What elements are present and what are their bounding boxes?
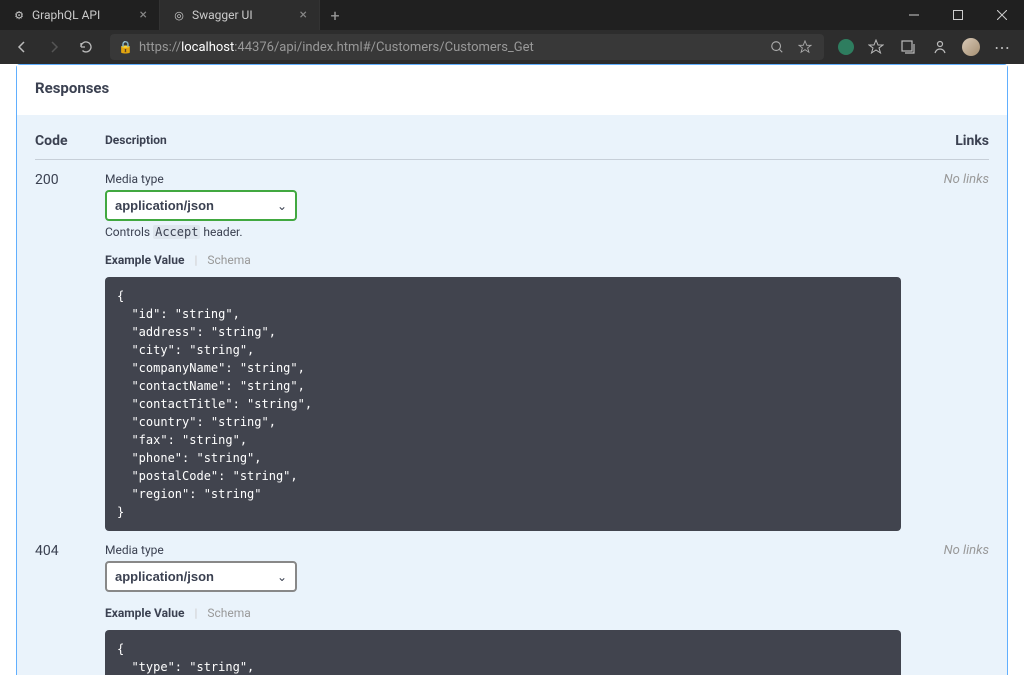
lock-icon: 🔒	[118, 40, 133, 54]
extension-icon[interactable]	[838, 39, 854, 55]
avatar[interactable]	[962, 38, 980, 56]
col-header-code: Code	[35, 133, 105, 149]
controls-accept-hint: Controls Accept header.	[105, 225, 901, 239]
operation-block: Responses Code Description Links 200 Med…	[16, 64, 1008, 675]
person-icon[interactable]	[926, 33, 954, 61]
response-description: Media type application/json ⌄ Controls A…	[105, 172, 901, 531]
col-header-links: Links	[901, 133, 989, 149]
tab-example-value[interactable]: Example Value	[105, 606, 194, 620]
response-row: 404 Media type application/json ⌄	[35, 531, 989, 675]
page-scroll[interactable]: Responses Code Description Links 200 Med…	[0, 64, 1024, 675]
collections-icon[interactable]	[894, 33, 922, 61]
url-text: https://localhost:44376/api/index.html#/…	[139, 40, 760, 55]
tab-strip: ⚙ GraphQL API × ◎ Swagger UI × +	[0, 0, 350, 30]
favorites-icon[interactable]	[862, 33, 890, 61]
responses-header-row: Code Description Links	[35, 123, 989, 160]
toolbar: 🔒 https://localhost:44376/api/index.html…	[0, 30, 1024, 64]
swagger-container: Responses Code Description Links 200 Med…	[0, 64, 1024, 675]
minimize-button[interactable]	[892, 0, 936, 30]
refresh-button[interactable]	[72, 33, 100, 61]
example-code-block[interactable]: { "id": "string", "address": "string", "…	[105, 277, 901, 531]
response-description: Media type application/json ⌄ Example Va…	[105, 543, 901, 675]
close-button[interactable]	[980, 0, 1024, 30]
page-viewport: Responses Code Description Links 200 Med…	[0, 64, 1024, 675]
response-code: 200	[35, 172, 105, 531]
favorite-icon[interactable]	[794, 36, 816, 58]
response-row: 200 Media type application/json ⌄	[35, 160, 989, 531]
close-icon[interactable]: ×	[300, 8, 307, 22]
media-type-select[interactable]: application/json	[105, 561, 297, 592]
col-header-description: Description	[105, 133, 901, 149]
maximize-button[interactable]	[936, 0, 980, 30]
example-code-block[interactable]: { "type": "string", "title": "string", "…	[105, 630, 901, 675]
responses-table: Code Description Links 200 Media type	[17, 115, 1007, 675]
media-type-select[interactable]: application/json	[105, 190, 297, 221]
response-code: 404	[35, 543, 105, 675]
back-button[interactable]	[8, 33, 36, 61]
response-links: No links	[901, 543, 989, 675]
tab-title: GraphQL API	[32, 8, 100, 22]
close-icon[interactable]: ×	[140, 8, 147, 22]
media-type-label: Media type	[105, 543, 901, 557]
tab-schema[interactable]: Schema	[207, 606, 260, 620]
tab-swagger[interactable]: ◎ Swagger UI ×	[160, 0, 320, 30]
tab-title: Swagger UI	[192, 8, 253, 22]
gear-icon: ⚙	[12, 8, 26, 22]
new-tab-button[interactable]: +	[320, 0, 350, 30]
titlebar: ⚙ GraphQL API × ◎ Swagger UI × +	[0, 0, 1024, 30]
model-tabs: Example Value|Schema	[105, 606, 901, 620]
zoom-icon[interactable]	[766, 36, 788, 58]
address-bar[interactable]: 🔒 https://localhost:44376/api/index.html…	[110, 34, 824, 60]
model-tabs: Example Value|Schema	[105, 253, 901, 267]
media-type-label: Media type	[105, 172, 901, 186]
forward-button[interactable]	[40, 33, 68, 61]
response-links: No links	[901, 172, 989, 531]
swagger-icon: ◎	[172, 8, 186, 22]
window-controls	[892, 0, 1024, 30]
tab-schema[interactable]: Schema	[207, 253, 260, 267]
tab-example-value[interactable]: Example Value	[105, 253, 194, 267]
responses-heading: Responses	[17, 65, 1007, 115]
tab-graphql[interactable]: ⚙ GraphQL API ×	[0, 0, 160, 30]
menu-button[interactable]: ⋯	[988, 33, 1016, 61]
responses-section: Responses Code Description Links 200 Med…	[17, 65, 1007, 675]
